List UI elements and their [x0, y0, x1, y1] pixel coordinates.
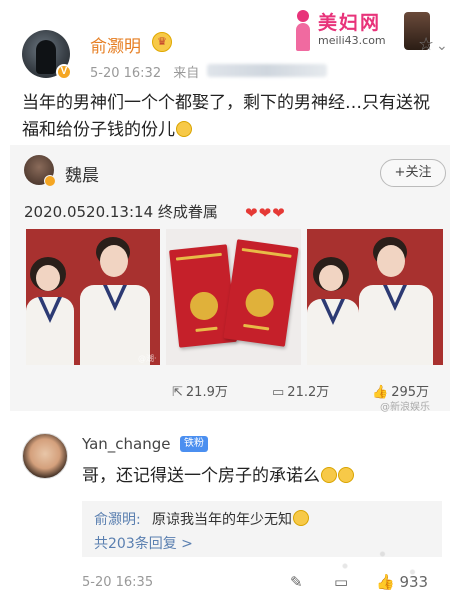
heart-icon: ❤ — [258, 204, 272, 222]
heart-icon: ❤ — [245, 204, 258, 222]
reply-body: 原谅我当年的年少无知 — [152, 512, 292, 528]
weibo-watermark: @新浪娱乐 — [380, 402, 430, 413]
post-body: 当年的男神们一个个都娶了，剩下的男神经…只有送祝福和给份子钱的份儿 — [22, 93, 430, 140]
smile-emoji-icon — [176, 121, 192, 137]
watermark-logo-icon — [292, 10, 314, 54]
post-source-label: 来自 — [173, 66, 200, 81]
comment-count-value: 21.2万 — [287, 385, 330, 400]
author-name[interactable]: 俞灏明 — [90, 32, 141, 57]
smile-emoji-icon — [293, 510, 309, 526]
photo-marriage-certificates[interactable] — [166, 229, 301, 365]
comment-count[interactable]: ▭ 21.2万 — [272, 381, 329, 400]
watermark-title: 美妇网 — [318, 12, 382, 34]
follow-button[interactable]: +关注 — [380, 159, 446, 187]
vip-crown-icon: ♛ — [152, 32, 172, 52]
commenter-avatar[interactable] — [22, 433, 68, 479]
comment-body: 哥，还记得送一个房子的承诺么 — [82, 466, 320, 486]
post-time: 5-20 16:32 — [90, 66, 162, 81]
comment-text: 哥，还记得送一个房子的承诺么 — [82, 461, 354, 486]
share-icon: ⇱ — [172, 385, 183, 400]
reposted-card[interactable]: 魏晨 +关注 2020.0520.13:14 终成眷属 ❤❤❤ @潮·幸福魏晨 — [10, 145, 450, 411]
view-replies-link[interactable]: 共203条回复 > — [94, 533, 193, 553]
commenter-name[interactable]: Yan_change — [82, 435, 171, 453]
photo-couple-1[interactable]: @潮·幸福魏晨 — [26, 229, 160, 365]
grin-emoji-icon — [321, 467, 337, 483]
heart-icon: ❤ — [272, 204, 285, 222]
post-meta: 5-20 16:32 来自 — [90, 62, 199, 81]
post-source-blurred — [207, 64, 327, 77]
repost-author-name[interactable]: 魏晨 — [65, 161, 99, 186]
verified-badge-icon: V — [56, 64, 72, 80]
photo-watermark: @潮·幸福魏晨 — [138, 354, 157, 363]
hearts-emoji: ❤❤❤ — [245, 203, 286, 222]
verified-badge-icon — [44, 175, 56, 187]
repost-text: 2020.0520.13:14 终成眷属 — [24, 203, 218, 221]
share-count-value: 21.9万 — [185, 385, 228, 400]
share-count[interactable]: ⇱ 21.9万 — [172, 381, 228, 400]
post-text: 当年的男神们一个个都娶了，剩下的男神经…只有送祝福和给份子钱的份儿 — [22, 90, 442, 144]
watermark-url: meili43.com — [318, 34, 386, 47]
grin-emoji-icon — [338, 467, 354, 483]
reply-author[interactable]: 俞灏明: — [94, 509, 141, 529]
fan-badge: 铁粉 — [180, 436, 208, 452]
photo-couple-2[interactable] — [307, 229, 443, 365]
star-icon[interactable]: ☆ — [418, 34, 434, 55]
comment-time: 5-20 16:35 — [82, 575, 154, 590]
reply-text: 原谅我当年的年少无知 — [152, 509, 309, 529]
bottom-watermark — [300, 530, 450, 590]
comment-icon: ▭ — [272, 385, 285, 400]
